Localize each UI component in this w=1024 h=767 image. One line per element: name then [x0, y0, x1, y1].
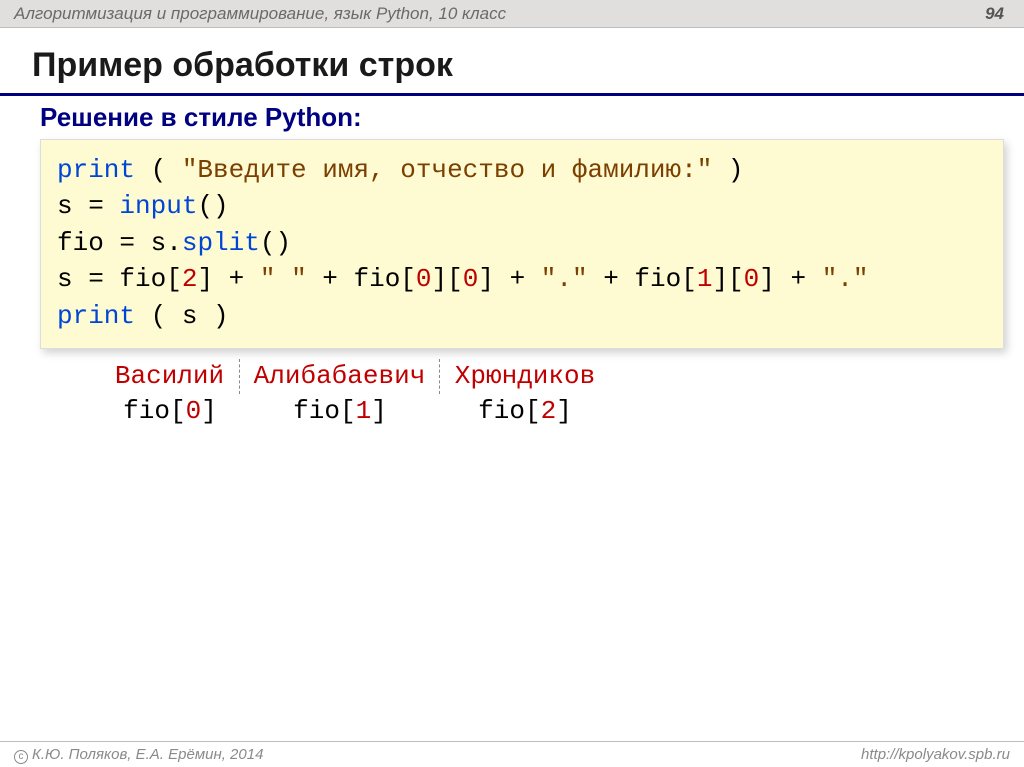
code-line-5: print ( s )	[57, 298, 987, 334]
print-keyword: print	[57, 155, 135, 185]
example-name-2: Хрюндиков	[440, 359, 610, 394]
example-idx-0: fio[0]	[100, 394, 240, 429]
title-rule	[0, 93, 1024, 96]
example-name-1: Алибабаевич	[240, 359, 440, 394]
footer-bar: cК.Ю. Поляков, Е.А. Ерёмин, 2014 http://…	[0, 741, 1024, 767]
code-line-2: s = input()	[57, 188, 987, 224]
code-line-4: s = fio[2] + " " + fio[0][0] + "." + fio…	[57, 261, 987, 297]
code-box: print ( "Введите имя, отчество и фамилию…	[40, 139, 1004, 349]
footer-url: http://kpolyakov.spb.ru	[861, 746, 1010, 763]
course-title: Алгоритмизация и программирование, язык …	[14, 4, 506, 24]
copyright-icon: c	[14, 750, 28, 764]
code-line-3: fio = s.split()	[57, 225, 987, 261]
header-bar: Алгоритмизация и программирование, язык …	[0, 0, 1024, 28]
page-number: 94	[985, 4, 1004, 24]
subtitle: Решение в стиле Python:	[40, 102, 1024, 133]
example-area: Василий Алибабаевич Хрюндиков fio[0] fio…	[100, 359, 1024, 429]
slide-title: Пример обработки строк	[32, 46, 1024, 85]
string-literal: "Введите имя, отчество и фамилию:"	[182, 155, 713, 185]
input-keyword: input	[119, 191, 197, 221]
code-line-1: print ( "Введите имя, отчество и фамилию…	[57, 152, 987, 188]
print-keyword: print	[57, 301, 135, 331]
example-names-row: Василий Алибабаевич Хрюндиков	[100, 359, 1024, 394]
example-name-0: Василий	[100, 359, 240, 394]
example-idx-1: fio[1]	[240, 394, 440, 429]
example-index-row: fio[0] fio[1] fio[2]	[100, 394, 1024, 429]
copyright: cК.Ю. Поляков, Е.А. Ерёмин, 2014	[14, 746, 263, 764]
example-idx-2: fio[2]	[440, 394, 610, 429]
split-keyword: split	[182, 228, 260, 258]
